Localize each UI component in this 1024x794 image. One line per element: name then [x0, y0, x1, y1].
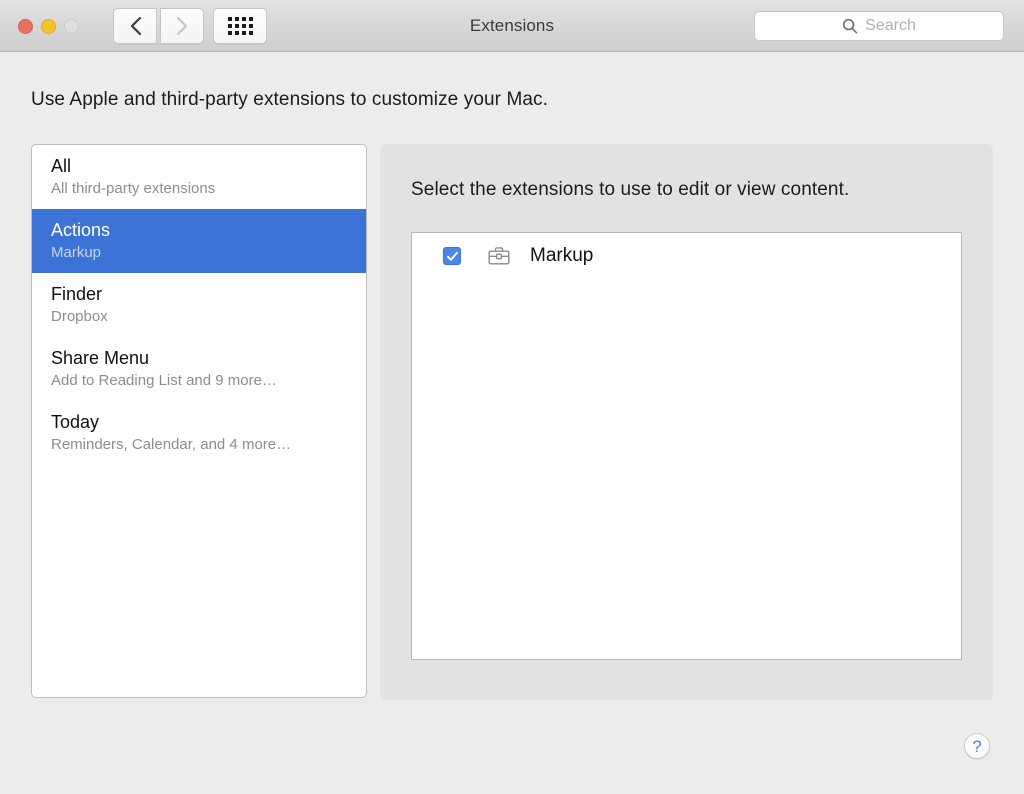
- search-icon: [843, 18, 858, 34]
- sidebar-item-actions[interactable]: Actions Markup: [32, 209, 366, 273]
- question-mark-icon: ?: [972, 736, 982, 756]
- sidebar-item-title: All: [51, 156, 72, 176]
- sidebar-item-subtitle: All third-party extensions: [51, 180, 216, 197]
- search-field[interactable]: Search: [754, 11, 1004, 41]
- checkmark-icon: [446, 251, 458, 261]
- titlebar: Extensions Search: [0, 0, 1024, 52]
- sidebar-item-subtitle: Reminders, Calendar, and 4 more…: [51, 436, 292, 453]
- panel-heading: Select the extensions to use to edit or …: [411, 179, 850, 200]
- markup-checkbox[interactable]: [443, 247, 461, 265]
- sidebar-item-title: Finder: [51, 284, 103, 304]
- sidebar-item-share-menu[interactable]: Share Menu Add to Reading List and 9 mor…: [32, 337, 366, 401]
- toolbox-icon: [486, 245, 512, 267]
- list-item[interactable]: Markup: [412, 233, 961, 267]
- sidebar-item-title: Today: [51, 412, 100, 432]
- sidebar-item-title: Share Menu: [51, 348, 150, 368]
- extensions-preferences-window: Extensions Search Use Apple and third-pa…: [0, 0, 1024, 794]
- sidebar-item-title: Actions: [51, 220, 111, 240]
- sidebar-item-all[interactable]: All All third-party extensions: [32, 145, 366, 209]
- sidebar-item-today[interactable]: Today Reminders, Calendar, and 4 more…: [32, 401, 366, 465]
- sidebar-item-subtitle: Dropbox: [51, 308, 108, 325]
- extension-name: Markup: [530, 245, 594, 266]
- extensions-list: Markup: [411, 232, 962, 660]
- intro-text: Use Apple and third-party extensions to …: [31, 89, 549, 110]
- search-placeholder: Search: [865, 17, 916, 34]
- sidebar-item-finder[interactable]: Finder Dropbox: [32, 273, 366, 337]
- extensions-panel: Select the extensions to use to edit or …: [380, 144, 993, 700]
- sidebar-item-subtitle: Markup: [51, 244, 102, 261]
- sidebar-item-subtitle: Add to Reading List and 9 more…: [51, 372, 277, 389]
- category-sidebar: All All third-party extensions Actions M…: [31, 144, 367, 698]
- help-button[interactable]: ?: [964, 733, 990, 759]
